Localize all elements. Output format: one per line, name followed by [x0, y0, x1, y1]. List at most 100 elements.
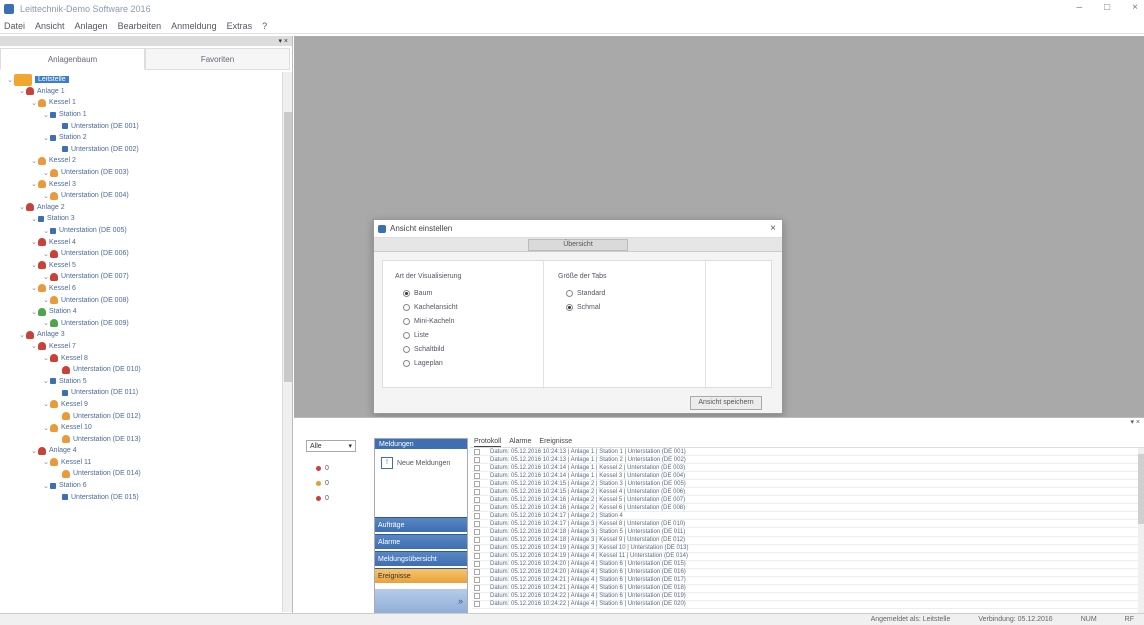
nav-section-button[interactable]: Meldungsübersicht	[375, 551, 467, 566]
log-row[interactable]: Datum: 05.12.2016 10:24:21 | Anlage 4 | …	[472, 585, 1144, 593]
tree-row[interactable]: ⌄ Kessel 11	[0, 457, 282, 469]
row-checkbox[interactable]	[474, 504, 480, 511]
tree-row[interactable]: ⌄ Kessel 9	[0, 399, 282, 411]
tree-row[interactable]: ⌄ Leitstelle	[0, 73, 282, 86]
expand-icon[interactable]: ⌄	[30, 342, 38, 350]
tree-row[interactable]: ⌄ Kessel 8	[0, 352, 282, 364]
radio-button[interactable]	[403, 317, 410, 325]
row-checkbox[interactable]	[474, 569, 480, 576]
tree-row[interactable]: ⌄ Unterstation (DE 003)	[0, 167, 282, 179]
radio-button[interactable]	[403, 289, 410, 297]
tree-row[interactable]: Unterstation (DE 013)	[0, 433, 282, 445]
log-row[interactable]: Datum: 05.12.2016 10:24:16 | Anlage 2 | …	[472, 504, 1144, 513]
expand-icon[interactable]: ⌄	[42, 169, 50, 177]
dialog-tab-overview[interactable]: Übersicht	[528, 238, 628, 251]
tree-row[interactable]: ⌄ Kessel 7	[0, 341, 282, 353]
expand-icon[interactable]: ⌄	[30, 261, 38, 269]
menu-item[interactable]: Datei	[4, 21, 25, 31]
tree-row[interactable]: ⌄ Station 3	[0, 213, 282, 225]
expand-icon[interactable]: ⌄	[30, 447, 38, 455]
tree-row[interactable]: ⌄ Unterstation (DE 007)	[0, 271, 282, 283]
log-row[interactable]: Datum: 05.12.2016 10:24:15 | Anlage 2 | …	[472, 488, 1144, 497]
expand-icon[interactable]: ⌄	[30, 215, 38, 223]
tree-row[interactable]: ⌄ Station 1	[0, 109, 282, 121]
tree-row[interactable]: ⌄ Kessel 3	[0, 178, 282, 190]
nav-section-button[interactable]: Ereignisse	[375, 568, 467, 583]
pin-close-icon[interactable]: ▾ ×	[1130, 418, 1140, 428]
expand-icon[interactable]: ⌄	[30, 284, 38, 292]
tree-row[interactable]: Unterstation (DE 010)	[0, 364, 282, 376]
dialog-close-icon[interactable]: ×	[770, 223, 776, 234]
tree-row[interactable]: Unterstation (DE 015)	[0, 491, 282, 503]
log-row[interactable]: Datum: 05.12.2016 10:24:16 | Anlage 2 | …	[472, 496, 1144, 505]
menu-item[interactable]: Anmeldung	[171, 21, 217, 31]
row-checkbox[interactable]	[474, 601, 480, 608]
row-checkbox[interactable]	[474, 593, 480, 600]
tree-row[interactable]: Unterstation (DE 001)	[0, 120, 282, 132]
expand-icon[interactable]: ⌄	[42, 250, 50, 258]
log-row[interactable]: Datum: 05.12.2016 10:24:17 | Anlage 3 | …	[472, 520, 1144, 529]
log-row[interactable]: Datum: 05.12.2016 10:24:17 | Anlage 2 | …	[472, 512, 1144, 521]
nav-item-new-messages[interactable]: ! Neue Meldungen	[381, 457, 461, 469]
row-checkbox[interactable]	[474, 464, 480, 471]
tree-row[interactable]: ⌄ Unterstation (DE 008)	[0, 294, 282, 306]
tree-row[interactable]: ⌄ Unterstation (DE 005)	[0, 225, 282, 237]
tree-row[interactable]: ⌄ Anlage 1	[0, 86, 282, 98]
tree-row[interactable]: ⌄ Kessel 1	[0, 97, 282, 109]
row-checkbox[interactable]	[474, 448, 480, 455]
log-row[interactable]: Datum: 05.12.2016 10:24:18 | Anlage 3 | …	[472, 537, 1144, 545]
expand-icon[interactable]: ⌄	[42, 319, 50, 327]
expand-icon[interactable]: ⌄	[30, 180, 38, 188]
tree-row[interactable]: ⌄ Unterstation (DE 006)	[0, 248, 282, 260]
pin-close-icon[interactable]: ▾ ×	[278, 37, 288, 45]
expand-icon[interactable]: ⌄	[42, 111, 50, 119]
log-row[interactable]: Datum: 05.12.2016 10:24:15 | Anlage 2 | …	[472, 480, 1144, 489]
tree-row[interactable]: ⌄ Station 4	[0, 306, 282, 318]
expand-icon[interactable]: ⌄	[18, 203, 26, 211]
expand-icon[interactable]: ⌄	[42, 400, 50, 408]
expand-icon[interactable]: ⌄	[42, 227, 50, 235]
radio-option[interactable]: Baum	[403, 286, 461, 300]
tree-row[interactable]: ⌄ Anlage 3	[0, 329, 282, 341]
save-view-button[interactable]: Ansicht speichern	[690, 395, 762, 410]
row-checkbox[interactable]	[474, 561, 480, 568]
expand-icon[interactable]: ⌄	[42, 424, 50, 432]
row-checkbox[interactable]	[474, 585, 480, 592]
row-checkbox[interactable]	[474, 537, 480, 544]
nav-section-button[interactable]: Aufträge	[375, 517, 467, 532]
log-row[interactable]: Datum: 05.12.2016 10:24:14 | Anlage 1 | …	[472, 464, 1144, 473]
tree-row[interactable]: Unterstation (DE 011)	[0, 387, 282, 399]
menu-item[interactable]: Ansicht	[35, 21, 65, 31]
tree-row[interactable]: ⌄ Station 5	[0, 375, 282, 387]
radio-option[interactable]: Kachelansicht	[403, 300, 461, 314]
log-row[interactable]: Datum: 05.12.2016 10:24:20 | Anlage 4 | …	[472, 569, 1144, 577]
expand-icon[interactable]: ⌄	[42, 354, 50, 362]
tree-row[interactable]: ⌄ Station 2	[0, 132, 282, 144]
tree-row[interactable]: ⌄ Kessel 10	[0, 422, 282, 434]
tree-row[interactable]: ⌄ Unterstation (DE 004)	[0, 190, 282, 202]
expand-icon[interactable]: ⌄	[42, 296, 50, 304]
log-tab[interactable]: Ereignisse	[539, 438, 572, 447]
expand-icon[interactable]: ⌄	[42, 192, 50, 200]
log-row[interactable]: Datum: 05.12.2016 10:24:19 | Anlage 3 | …	[472, 545, 1144, 553]
row-checkbox[interactable]	[474, 577, 480, 584]
log-row[interactable]: Datum: 05.12.2016 10:24:14 | Anlage 1 | …	[472, 472, 1144, 481]
expand-icon[interactable]: ⌄	[18, 87, 26, 95]
expand-icon[interactable]: ⌄	[6, 76, 14, 84]
log-row[interactable]: Datum: 05.12.2016 10:24:18 | Anlage 3 | …	[472, 528, 1144, 537]
maximize-icon[interactable]: □	[1104, 2, 1110, 13]
log-row[interactable]: Datum: 05.12.2016 10:24:13 | Anlage 1 | …	[472, 456, 1144, 465]
log-scrollbar[interactable]	[1138, 448, 1144, 614]
log-row[interactable]: Datum: 05.12.2016 10:24:22 | Anlage 4 | …	[472, 601, 1144, 609]
row-checkbox[interactable]	[474, 528, 480, 535]
tree-row[interactable]: Unterstation (DE 012)	[0, 410, 282, 422]
expand-icon[interactable]: ⌄	[30, 157, 38, 165]
menu-item[interactable]: Extras	[227, 21, 253, 31]
expand-icon[interactable]: ⌄	[30, 99, 38, 107]
tree-row[interactable]: ⌄ Kessel 6	[0, 283, 282, 295]
log-row[interactable]: Datum: 05.12.2016 10:24:19 | Anlage 4 | …	[472, 553, 1144, 561]
radio-option[interactable]: Lageplan	[403, 356, 461, 370]
nav-section-button[interactable]: Alarme	[375, 534, 467, 549]
log-row[interactable]: Datum: 05.12.2016 10:24:20 | Anlage 4 | …	[472, 561, 1144, 569]
row-checkbox[interactable]	[474, 512, 480, 519]
